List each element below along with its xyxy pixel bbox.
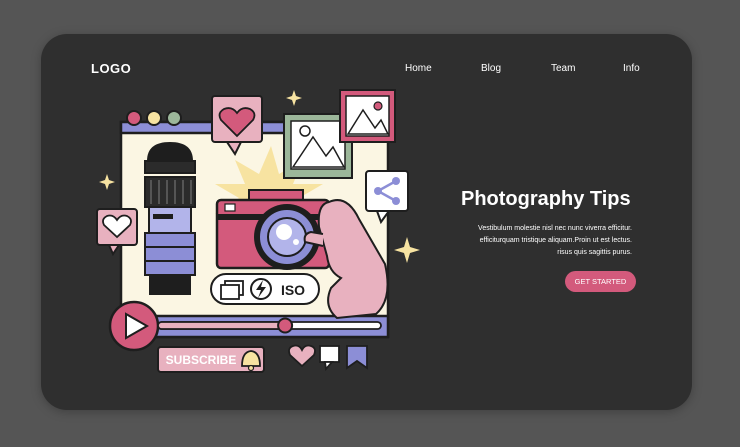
- camera-icon: [215, 189, 331, 270]
- hero-description: Vestibulum molestie nisl nec nunc viverr…: [452, 223, 632, 259]
- play-button[interactable]: [108, 300, 160, 352]
- sparkle-icon: [394, 237, 420, 263]
- iso-settings-pill: ISO: [210, 273, 320, 305]
- bookmark-icon[interactable]: [346, 345, 368, 370]
- photography-illustration: ISO SUBSCRIBE: [96, 89, 420, 373]
- subscribe-button[interactable]: SUBSCRIBE: [157, 346, 265, 373]
- hero-description-line: efficiturquam tristique aliquam.Proin ut…: [479, 237, 632, 244]
- comment-icon[interactable]: [319, 345, 340, 372]
- window-dot-green: [166, 110, 182, 126]
- hero-description-line: risus quis sagittis purus.: [557, 249, 632, 256]
- lens-icon: [144, 142, 196, 295]
- get-started-button[interactable]: GET STARTED: [565, 271, 636, 292]
- video-progress-fill: [157, 321, 286, 330]
- bell-icon: [241, 350, 261, 367]
- heart-icon[interactable]: [288, 344, 316, 368]
- hero-description-line: Vestibulum molestie nisl nec nunc viverr…: [478, 225, 632, 232]
- hero-title: Photography Tips: [461, 188, 631, 210]
- sparkle-icon: [99, 174, 115, 190]
- photo-card-pink-icon: [339, 89, 396, 143]
- sparkle-icon: [286, 90, 302, 106]
- window-dot-yellow: [146, 110, 162, 126]
- subscribe-label: SUBSCRIBE: [166, 353, 237, 367]
- window-dot-red: [126, 110, 142, 126]
- landing-card: LOGO Home Blog Team Info ISO SUBSCRIBE P…: [41, 34, 692, 410]
- iso-label: ISO: [281, 282, 305, 298]
- video-progress-handle[interactable]: [277, 317, 294, 334]
